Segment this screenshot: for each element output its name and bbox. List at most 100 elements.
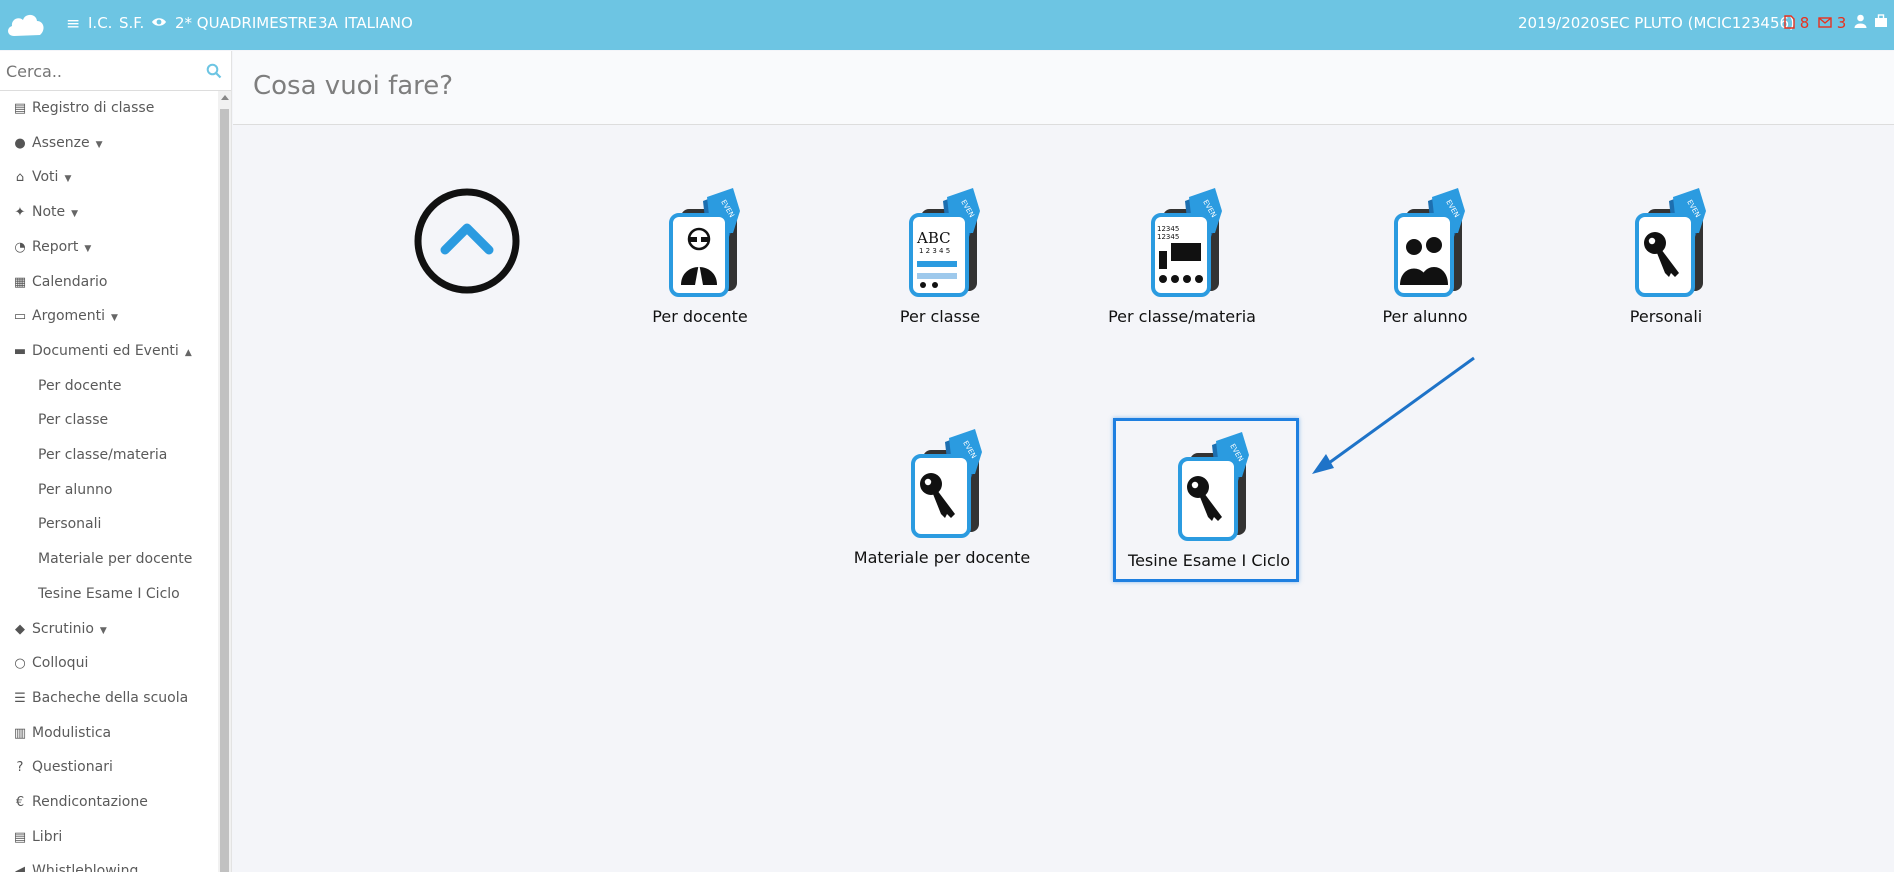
sidebar-item[interactable]: Per classe/materia <box>0 438 216 472</box>
euro-icon: € <box>15 795 25 810</box>
caret-up-icon: ▲ <box>184 347 192 358</box>
sidebar-item[interactable]: ◔ Report ▼ <box>0 230 216 264</box>
sidebar-item-label: Libri <box>32 828 63 845</box>
megaphone-icon: ◀ <box>15 864 25 872</box>
sidebar-item-label: Personali <box>38 516 102 533</box>
tile[interactable]: EVEN Per alunno <box>1332 187 1518 351</box>
sidebar-item-label: Per classe <box>38 412 109 429</box>
tile-label[interactable]: Per classe <box>847 307 1033 326</box>
tile[interactable]: EVEN ABC 1 2 3 4 5 Per classe <box>847 187 1033 351</box>
eye-icon[interactable] <box>151 14 167 32</box>
key-icon[interactable]: EVEN <box>909 428 985 538</box>
user-icon[interactable] <box>1854 14 1867 32</box>
tile-label[interactable]: Per alunno <box>1332 307 1518 326</box>
mail-notification[interactable]: 3 <box>1818 14 1846 32</box>
file-archive-icon: ▥ <box>13 725 27 741</box>
tile-label[interactable]: Per docente <box>607 307 793 326</box>
key-icon[interactable]: EVEN <box>1176 431 1252 541</box>
sidebar-item[interactable]: ? Questionari <box>0 750 216 784</box>
briefcase-icon[interactable] <box>1874 14 1888 32</box>
caret-down-icon: ▼ <box>111 313 118 324</box>
tile[interactable]: EVEN Per docente <box>607 187 793 351</box>
scrollbar-thumb[interactable] <box>220 109 229 872</box>
class-label[interactable]: 3A <box>318 14 338 32</box>
caret-down-icon: ▼ <box>71 209 79 220</box>
key-icon[interactable]: EVEN <box>1633 187 1709 297</box>
tile[interactable]: EVEN Personali <box>1573 187 1759 351</box>
sidebar-item[interactable]: ◆ Scrutinio ▼ <box>0 612 216 646</box>
sidebar-item[interactable]: ▥ Modulistica <box>0 716 216 750</box>
teacher-icon[interactable]: EVEN <box>667 187 743 297</box>
sidebar-item[interactable]: ⌂ Voti ▼ <box>0 160 216 194</box>
tile[interactable]: EVEN Tesine Esame I Ciclo <box>1113 418 1299 582</box>
period-label[interactable]: 2* QUADRIMESTRE <box>175 14 317 32</box>
sidebar-item-label: Scrutinio <box>32 620 94 637</box>
sidebar-item-label: Per alunno <box>38 481 113 498</box>
abc-class-icon[interactable]: EVEN ABC 1 2 3 4 5 <box>907 187 983 297</box>
sidebar-item[interactable]: € Rendicontazione <box>0 785 216 819</box>
sidebar-item[interactable]: ▤ Registro di classe <box>0 91 216 125</box>
graduation-cap-icon: ◆ <box>15 621 25 637</box>
tile-label[interactable]: Materiale per docente <box>849 548 1035 567</box>
sidebar-item[interactable]: Per docente <box>0 369 216 403</box>
sidebar-item-label: Documenti ed Eventi <box>32 342 179 359</box>
svg-text:1 2 3 4 5: 1 2 3 4 5 <box>919 247 950 255</box>
sidebar-item[interactable]: ☰ Bacheche della scuola <box>0 681 216 715</box>
sidebar-item-label: Bacheche della scuola <box>32 689 189 706</box>
subject-label[interactable]: ITALIANO <box>344 14 413 32</box>
sidebar-item-label: Assenze <box>32 134 90 151</box>
cloud-logo-icon[interactable] <box>4 6 48 42</box>
sidebar-item[interactable]: ▦ Calendario <box>0 265 216 299</box>
tile-label[interactable]: Tesine Esame I Ciclo <box>1116 551 1302 570</box>
sidebar-item-label: Registro di classe <box>32 100 155 116</box>
sidebar-item-label: Rendicontazione <box>32 794 148 810</box>
comments-icon: ○ <box>14 656 26 672</box>
sidebar-item-label: Report <box>32 238 79 255</box>
question-icon: ? <box>16 760 24 776</box>
scroll-up-button[interactable] <box>413 187 521 295</box>
sidebar-item-label: Per docente <box>38 377 122 394</box>
tile[interactable]: EVEN 12345 12345 Per classe/materia <box>1089 187 1275 351</box>
sidebar-item[interactable]: Tesine Esame I Ciclo <box>0 577 216 611</box>
sidebar: ▤ Registro di classe ● Assenze ▼ ⌂ Voti ▼ ✦ Note ▼… <box>0 51 232 872</box>
sidebar-item[interactable]: ▬ Documenti ed Eventi ▲ <box>0 334 216 368</box>
sidebar-item[interactable]: ▭ Argomenti ▼ <box>0 299 216 333</box>
sidebar-item-label: Whistleblowing <box>32 863 139 872</box>
sidebar-item-label: Argomenti <box>32 308 106 325</box>
scroll-up-arrow[interactable] <box>221 95 229 100</box>
tile-label[interactable]: Per classe/materia <box>1089 307 1275 326</box>
sidebar-item[interactable]: ● Assenze ▼ <box>0 126 216 160</box>
sidebar-item[interactable]: Per alunno <box>0 473 216 507</box>
tile[interactable]: EVEN Materiale per docente <box>849 428 1035 592</box>
documents-notification[interactable]: 8 <box>1784 14 1809 32</box>
search-input[interactable] <box>0 51 200 91</box>
blackboard-icon[interactable]: EVEN 12345 12345 <box>1149 187 1225 297</box>
caret-down-icon: ▼ <box>95 139 103 150</box>
sidebar-item[interactable]: ○ Colloqui <box>0 646 216 680</box>
sidebar-item[interactable]: ▤ Libri <box>0 820 216 854</box>
sidebar-item[interactable]: Per classe <box>0 403 216 437</box>
sidebar-item-label: Per classe/materia <box>38 447 168 463</box>
menu-toggle-icon[interactable]: ≡ <box>66 14 80 34</box>
search-box <box>0 51 231 91</box>
pin-icon: ✦ <box>14 205 26 221</box>
user-school-code[interactable]: SEC PLUTO (MCIC123456) <box>1600 14 1795 32</box>
user-icon: ● <box>14 135 26 151</box>
school-label[interactable]: I.C. <box>88 14 112 32</box>
sidebar-scrollbar[interactable] <box>218 91 231 872</box>
sidebar-item-label: Modulistica <box>32 724 112 741</box>
svg-text:ABC: ABC <box>916 229 951 247</box>
sidebar-item-label: Colloqui <box>32 655 89 672</box>
sidebar-item[interactable]: Materiale per docente <box>0 542 216 576</box>
top-bar: ≡ I.C. S.F. 2* QUADRIMESTRE 3A ITALIANO … <box>0 0 1894 50</box>
branch-label[interactable]: S.F. <box>119 14 144 32</box>
students-icon[interactable]: EVEN <box>1392 187 1468 297</box>
sidebar-item[interactable]: ◀ Whistleblowing <box>0 854 216 872</box>
tile-label[interactable]: Personali <box>1573 307 1759 326</box>
sidebar-item[interactable]: ✦ Note ▼ <box>0 195 216 229</box>
archive-icon: ▬ <box>13 343 27 359</box>
page-header: Cosa vuoi fare? <box>233 51 1894 125</box>
sidebar-item[interactable]: Personali <box>0 507 216 541</box>
school-year[interactable]: 2019/2020 <box>1518 14 1599 32</box>
search-icon[interactable] <box>206 63 222 79</box>
